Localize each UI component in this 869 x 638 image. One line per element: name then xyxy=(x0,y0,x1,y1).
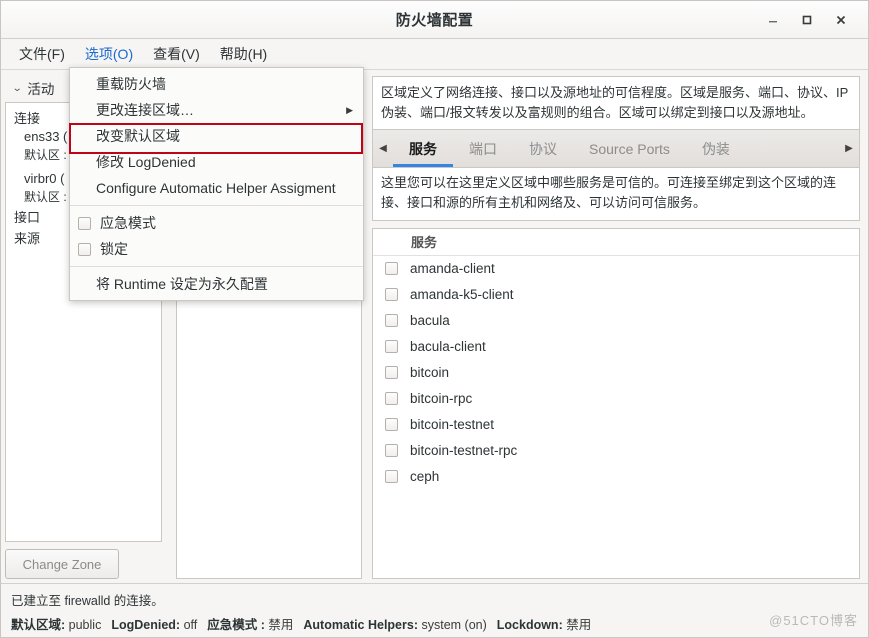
service-checkbox[interactable] xyxy=(385,262,398,276)
tab-protocols[interactable]: 协议 xyxy=(513,130,573,167)
service-checkbox[interactable] xyxy=(385,418,398,432)
menu-change-default-zone[interactable]: 改变默认区域 xyxy=(70,123,363,149)
menu-configure-automatic-helper-assignment[interactable]: Configure Automatic Helper Assigment xyxy=(70,175,363,201)
status-panic-mode: 应急模式 : 禁用 xyxy=(207,614,293,633)
status-logdenied: LogDenied: off xyxy=(111,618,197,632)
change-zone-button[interactable]: Change Zone xyxy=(5,549,119,579)
services-list-header: 服务 xyxy=(373,228,859,256)
zone-tabs: ◀ 服务 端口 协议 Source Ports 伪装 ▶ xyxy=(372,130,860,169)
menu-reload-firewall[interactable]: 重载防火墙 xyxy=(70,71,363,97)
watermark: @51CTO博客 xyxy=(769,613,858,628)
menu-change-connection-zone-label: 更改连接区域… xyxy=(96,102,194,118)
window-title: 防火墙配置 xyxy=(395,12,474,29)
active-bindings-label: 活动 xyxy=(27,82,55,97)
service-checkbox[interactable] xyxy=(385,470,398,484)
service-checkbox[interactable] xyxy=(385,340,398,354)
service-name: bitcoin-testnet-rpc xyxy=(410,443,518,459)
status-automatic-helpers-key: Automatic Helpers: xyxy=(303,618,418,632)
window-controls xyxy=(756,1,864,38)
menu-file[interactable]: 文件(F) xyxy=(9,39,75,69)
lockdown-checkbox[interactable] xyxy=(78,242,91,256)
firewall-config-window: 防火墙配置 文件(F) 选项(O) 查看(V) 帮助(H) ⌄ 活动 连接 en… xyxy=(0,0,869,638)
status-default-zone-value: public xyxy=(68,618,102,632)
close-button[interactable] xyxy=(824,5,858,35)
service-row[interactable]: amanda-client xyxy=(373,256,859,282)
options-dropdown-menu[interactable]: 重载防火墙 更改连接区域… ▶ 改变默认区域 修改 LogDenied Conf… xyxy=(69,67,364,301)
status-logdenied-value: off xyxy=(183,618,198,632)
status-panic-mode-value: 禁用 xyxy=(268,618,294,632)
tab-scroll-left-icon[interactable]: ◀ xyxy=(373,130,393,167)
status-default-zone-key: 默认区域: xyxy=(11,618,66,632)
menu-bar: 文件(F) 选项(O) 查看(V) 帮助(H) xyxy=(1,39,868,70)
service-row[interactable]: bacula xyxy=(373,308,859,334)
services-description: 这里您可以在这里定义区域中哪些服务是可信的。可连接至绑定到这个区域的连接、接口和… xyxy=(372,168,860,221)
menu-panic-mode-label: 应急模式 xyxy=(100,215,156,231)
service-row[interactable]: bitcoin xyxy=(373,360,859,386)
status-automatic-helpers-value: system (on) xyxy=(421,618,487,632)
menu-runtime-to-permanent[interactable]: 将 Runtime 设定为永久配置 xyxy=(70,271,363,297)
minimize-button[interactable] xyxy=(756,5,790,35)
service-checkbox[interactable] xyxy=(385,314,398,328)
menu-change-connection-zone[interactable]: 更改连接区域… ▶ xyxy=(70,97,363,123)
status-bar: 已建立至 firewalld 的连接。 默认区域: public LogDeni… xyxy=(1,583,868,637)
service-row[interactable]: bacula-client xyxy=(373,334,859,360)
service-name: bitcoin-rpc xyxy=(410,391,473,407)
service-name: bacula xyxy=(410,313,450,329)
service-name: amanda-client xyxy=(410,261,495,277)
service-row[interactable]: bitcoin-rpc xyxy=(373,386,859,412)
service-name: bitcoin-testnet xyxy=(410,417,495,433)
status-lockdown-value: 禁用 xyxy=(566,618,592,632)
menu-options[interactable]: 选项(O) xyxy=(75,39,143,69)
services-rows: amanda-client amanda-k5-client bacula ba… xyxy=(373,256,859,578)
status-default-zone: 默认区域: public xyxy=(11,614,101,633)
tab-spacer xyxy=(746,130,839,167)
tab-services[interactable]: 服务 xyxy=(393,130,453,168)
menu-separator xyxy=(70,205,363,206)
title-bar: 防火墙配置 xyxy=(1,1,868,39)
menu-lockdown[interactable]: 锁定 xyxy=(70,236,363,262)
menu-view[interactable]: 查看(V) xyxy=(143,39,210,69)
right-pane: 区域定义了网络连接、接口以及源地址的可信程度。区域是服务、端口、协议、IP伪装、… xyxy=(366,70,868,583)
tab-masquerade[interactable]: 伪装 xyxy=(686,130,746,167)
service-checkbox[interactable] xyxy=(385,288,398,302)
service-name: ceph xyxy=(410,469,440,485)
tab-scroll-right-icon[interactable]: ▶ xyxy=(839,130,859,167)
service-row[interactable]: amanda-k5-client xyxy=(373,282,859,308)
service-row[interactable]: bitcoin-testnet xyxy=(373,412,859,438)
menu-help[interactable]: 帮助(H) xyxy=(210,39,277,69)
menu-lockdown-label: 锁定 xyxy=(100,241,128,257)
status-logdenied-key: LogDenied: xyxy=(111,618,181,632)
tab-ports[interactable]: 端口 xyxy=(453,130,513,167)
tab-source-ports[interactable]: Source Ports xyxy=(573,130,686,167)
status-automatic-helpers: Automatic Helpers: system (on) xyxy=(303,618,486,632)
status-panic-mode-key: 应急模式 : xyxy=(207,618,265,632)
service-checkbox[interactable] xyxy=(385,444,398,458)
maximize-button[interactable] xyxy=(790,5,824,35)
zone-description: 区域定义了网络连接、接口以及源地址的可信程度。区域是服务、端口、协议、IP伪装、… xyxy=(372,76,860,131)
menu-change-logdenied[interactable]: 修改 LogDenied xyxy=(70,149,363,175)
service-row[interactable]: bitcoin-testnet-rpc xyxy=(373,438,859,464)
status-lockdown-key: Lockdown: xyxy=(496,618,563,632)
service-checkbox[interactable] xyxy=(385,392,398,406)
panic-mode-checkbox[interactable] xyxy=(78,216,91,230)
connection-status-message: 已建立至 firewalld 的连接。 xyxy=(11,594,164,608)
chevron-right-icon: ▶ xyxy=(346,104,353,115)
chevron-down-icon: ⌄ xyxy=(11,82,23,94)
service-name: bacula-client xyxy=(410,339,486,355)
service-checkbox[interactable] xyxy=(385,366,398,380)
menu-separator xyxy=(70,266,363,267)
menu-panic-mode[interactable]: 应急模式 xyxy=(70,210,363,236)
services-column-header: 服务 xyxy=(411,235,438,251)
status-lockdown: Lockdown: 禁用 xyxy=(497,614,591,633)
service-name: amanda-k5-client xyxy=(410,287,514,303)
service-name: bitcoin xyxy=(410,365,450,381)
service-row[interactable]: ceph xyxy=(373,464,859,490)
status-fields: 默认区域: public LogDenied: off 应急模式 : 禁用 Au… xyxy=(9,614,860,633)
services-list[interactable]: 服务 amanda-client amanda-k5-client bacula xyxy=(372,227,860,579)
